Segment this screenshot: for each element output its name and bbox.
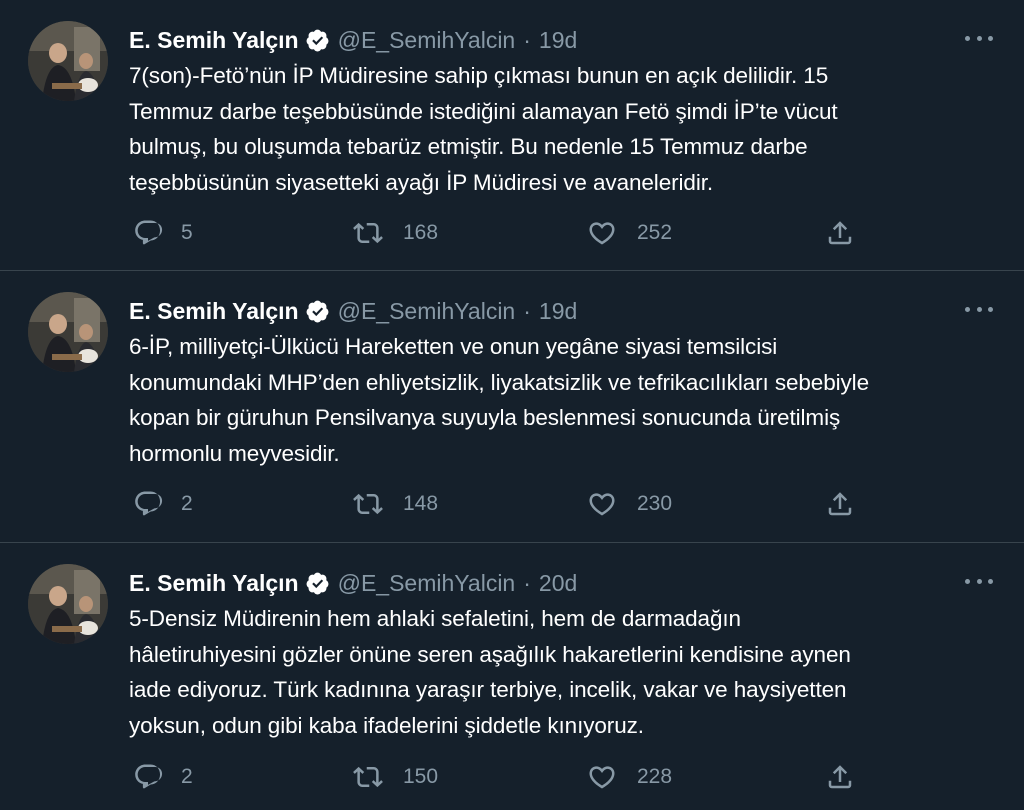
share-icon	[828, 221, 852, 245]
share-button[interactable]	[825, 757, 855, 797]
tweet-text-line: Temmuz darbe teşebbüsünde istediğini ala…	[129, 98, 838, 124]
like-button[interactable]: 228	[587, 757, 672, 797]
retweet-icon	[353, 493, 383, 515]
like-button[interactable]: 252	[587, 213, 672, 253]
separator-dot: ·	[523, 297, 531, 324]
share-button[interactable]	[825, 484, 855, 524]
tweet-text-line: teşebbüsünün siyasetteki ayağı İP Müdire…	[129, 169, 714, 195]
reply-icon	[135, 491, 163, 516]
tweet-text-line: 5-Densiz Müdirenin hem ahlaki sefaletini…	[129, 606, 741, 631]
tweet-header: E. Semih Yalçın @E_SemihYalcin · 20d	[129, 567, 577, 599]
retweet-icon	[353, 222, 383, 244]
like-count: 252	[637, 221, 673, 244]
like-count: 228	[637, 765, 673, 788]
more-options-icon[interactable]	[965, 297, 993, 321]
like-icon	[589, 766, 615, 789]
author-name[interactable]: E. Semih Yalçın	[129, 27, 299, 54]
retweet-button[interactable]: 168	[353, 213, 438, 253]
tweet-actions: 5 168 252	[129, 213, 869, 253]
separator-dot: ·	[523, 26, 531, 53]
author-handle[interactable]: @E_SemihYalcin	[338, 570, 516, 597]
share-button[interactable]	[825, 213, 855, 253]
tweet-header: E. Semih Yalçın @E_SemihYalcin · 19d	[129, 295, 577, 327]
verified-badge-icon	[306, 29, 329, 51]
reply-button[interactable]: 5	[133, 213, 193, 253]
verified-badge-icon	[306, 572, 329, 594]
retweet-button[interactable]: 150	[353, 757, 438, 797]
tweet-text-line: konumundaki MHP’den ehliyetsizlik, liyak…	[129, 369, 869, 395]
more-options-icon[interactable]	[965, 569, 993, 593]
reply-icon	[135, 220, 163, 245]
tweet-text-line: 6-İP, milliyetçi-Ülkücü Hareketten ve on…	[129, 334, 778, 359]
avatar-photo	[28, 21, 108, 101]
tweet-timestamp[interactable]: 19d	[539, 298, 577, 325]
more-options-icon[interactable]	[965, 26, 993, 50]
tweet-header: E. Semih Yalçın @E_SemihYalcin · 19d	[129, 24, 577, 56]
share-icon	[828, 765, 852, 789]
tweet-feed: E. Semih Yalçın @E_SemihYalcin · 19d 7(s…	[0, 0, 1024, 810]
avatar[interactable]	[28, 21, 108, 101]
like-icon	[589, 493, 615, 516]
reply-icon	[135, 764, 163, 789]
tweet-actions: 2 150 228	[129, 757, 869, 797]
tweet[interactable]: E. Semih Yalçın @E_SemihYalcin · 19d 6-İ…	[0, 271, 1024, 543]
retweet-count: 148	[403, 492, 439, 515]
tweet-text: 7(son)-Fetö’nün İP Müdiresine sahip çıkm…	[129, 58, 969, 200]
reply-count: 5	[181, 221, 193, 244]
retweet-count: 150	[403, 765, 439, 788]
separator-dot: ·	[523, 569, 531, 596]
reply-button[interactable]: 2	[133, 484, 193, 524]
tweet-text-line: kopan bir güruhun Pensilvanya suyuyla be…	[129, 405, 841, 430]
retweet-icon	[353, 766, 383, 788]
tweet[interactable]: E. Semih Yalçın @E_SemihYalcin · 19d 7(s…	[0, 0, 1024, 271]
author-handle[interactable]: @E_SemihYalcin	[338, 27, 516, 54]
like-button[interactable]: 230	[587, 484, 672, 524]
tweet-text: 6-İP, milliyetçi-Ülkücü Hareketten ve on…	[129, 329, 969, 471]
tweet-timestamp[interactable]: 20d	[539, 570, 577, 597]
tweet[interactable]: E. Semih Yalçın @E_SemihYalcin · 20d 5-D…	[0, 543, 1024, 810]
reply-button[interactable]: 2	[133, 757, 193, 797]
tweet-text-line: hormonlu meyvesidir.	[129, 440, 340, 466]
tweet-timestamp[interactable]: 19d	[539, 27, 577, 54]
share-icon	[828, 492, 852, 516]
avatar[interactable]	[28, 564, 108, 644]
avatar-photo	[28, 292, 108, 372]
reply-count: 2	[181, 765, 193, 788]
tweet-text-line: yoksun, odun gibi kaba ifadelerini şidde…	[129, 712, 644, 738]
author-name[interactable]: E. Semih Yalçın	[129, 298, 299, 325]
avatar-photo	[28, 564, 108, 644]
tweet-actions: 2 148 230	[129, 484, 869, 524]
author-handle[interactable]: @E_SemihYalcin	[338, 298, 516, 325]
reply-count: 2	[181, 492, 193, 515]
tweet-text-line: 7(son)-Fetö’nün İP Müdiresine sahip çıkm…	[129, 63, 829, 88]
retweet-count: 168	[403, 221, 439, 244]
like-count: 230	[637, 492, 673, 515]
avatar[interactable]	[28, 292, 108, 372]
tweet-text-line: bulmuş, bu oluşumda tebarüz etmiştir. Bu…	[129, 134, 808, 159]
like-icon	[589, 222, 615, 245]
author-name[interactable]: E. Semih Yalçın	[129, 570, 299, 597]
retweet-button[interactable]: 148	[353, 484, 438, 524]
verified-badge-icon	[306, 300, 329, 322]
tweet-text-line: iade ediyoruz. Türk kadınına yaraşır ter…	[129, 677, 847, 702]
tweet-text-line: hâletiruhiyesini gözler önüne seren aşağ…	[129, 641, 851, 667]
tweet-text: 5-Densiz Müdirenin hem ahlaki sefaletini…	[129, 601, 969, 743]
